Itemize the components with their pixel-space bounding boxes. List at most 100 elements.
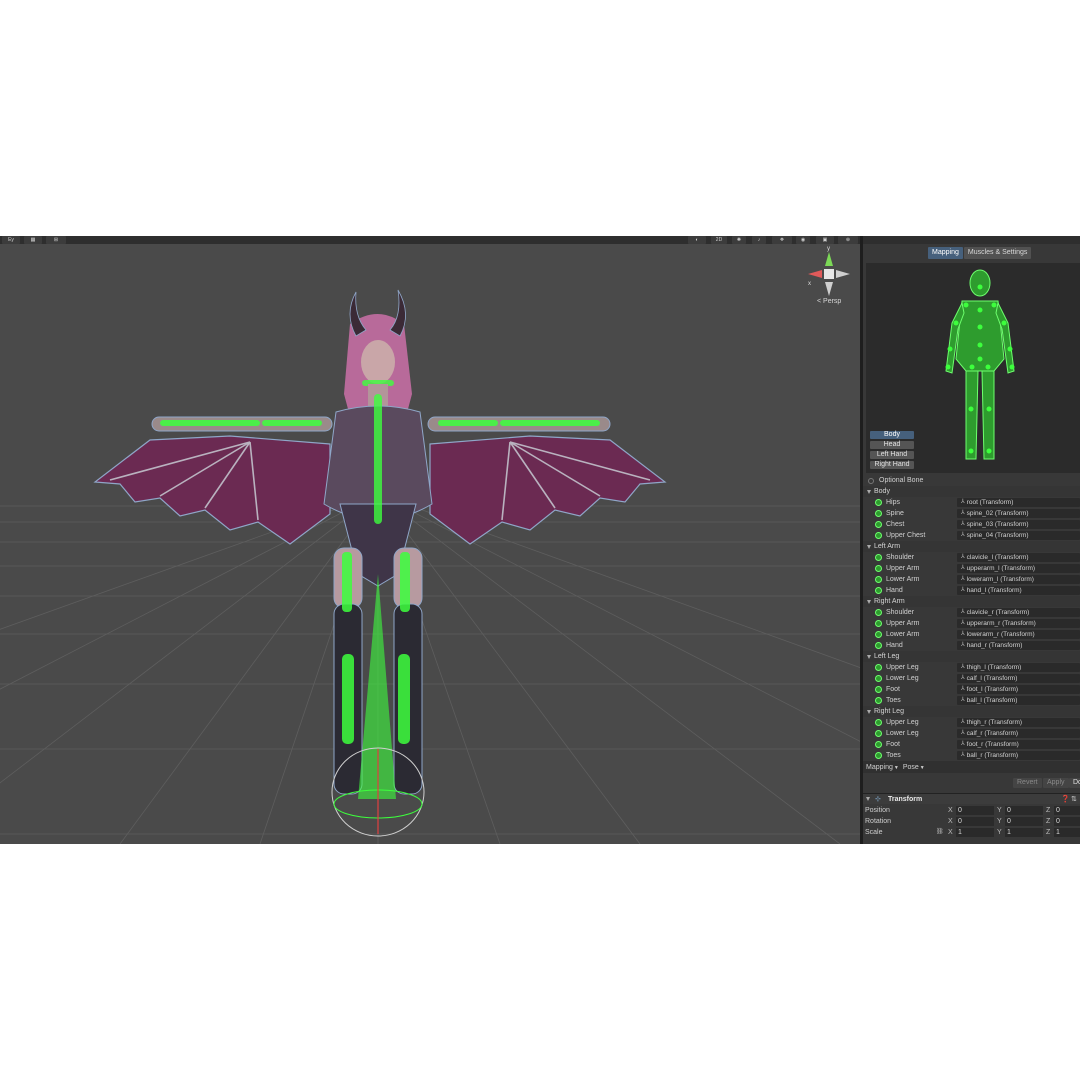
help-icon[interactable]: ❓ bbox=[1061, 795, 1070, 803]
bone-row[interactable]: Hand ⅄ hand_r (Transform) bbox=[863, 640, 1080, 651]
expand-arrow-icon[interactable] bbox=[867, 654, 871, 659]
settings-icon[interactable]: ⇅ bbox=[1071, 795, 1077, 803]
bone-row[interactable]: Shoulder ⅄ clavicle_r (Transform) bbox=[863, 607, 1080, 618]
bone-transform-field[interactable]: ⅄ thigh_l (Transform) bbox=[957, 663, 1080, 672]
bone-row[interactable]: Upper Leg ⅄ thigh_l (Transform) bbox=[863, 662, 1080, 673]
view-orientation-gizmo[interactable]: y x bbox=[808, 246, 850, 296]
bone-row[interactable]: Lower Leg ⅄ calf_r (Transform) bbox=[863, 728, 1080, 739]
bone-status-icon bbox=[875, 510, 882, 517]
bone-transform-field[interactable]: ⅄ foot_l (Transform) bbox=[957, 685, 1080, 694]
lighting-toggle-icon[interactable]: ✺ bbox=[732, 236, 746, 244]
bone-group-header[interactable]: Body bbox=[863, 486, 1080, 497]
mapping-dropdown[interactable]: Mapping▼ bbox=[866, 764, 899, 771]
avatar-body-preview[interactable]: Body Head Left Hand Right Hand bbox=[866, 263, 1080, 473]
z-value-field[interactable]: 0 bbox=[1054, 817, 1080, 826]
bone-transform-field[interactable]: ⅄ ball_l (Transform) bbox=[957, 696, 1080, 705]
apply-button[interactable]: Apply bbox=[1043, 778, 1069, 788]
bone-row[interactable]: Spine ⅄ spine_02 (Transform) bbox=[863, 508, 1080, 519]
x-value-field[interactable]: 0 bbox=[956, 806, 994, 815]
bone-row[interactable]: Foot ⅄ foot_r (Transform) bbox=[863, 739, 1080, 750]
body-part-right-hand-button[interactable]: Right Hand bbox=[870, 461, 914, 469]
bone-group-header[interactable]: Left Arm bbox=[863, 541, 1080, 552]
gizmos-dropdown-icon[interactable]: ⊕ bbox=[838, 236, 858, 244]
expand-arrow-icon[interactable] bbox=[867, 489, 871, 494]
scene-viewport[interactable]: Ey ▦ ⊞ ◐ 2D ✺ ♪ ❖ ◉ ▣ ⊕ y x < Persp bbox=[0, 236, 860, 844]
toggle-2d-button[interactable]: 2D bbox=[711, 236, 727, 244]
camera-projection-label[interactable]: < Persp bbox=[817, 298, 841, 305]
tab-muscles-settings[interactable]: Muscles & Settings bbox=[963, 247, 1032, 259]
bone-transform-value: ball_l (Transform) bbox=[966, 697, 1018, 704]
bone-row[interactable]: Foot ⅄ foot_l (Transform) bbox=[863, 684, 1080, 695]
bone-transform-field[interactable]: ⅄ upperarm_r (Transform) bbox=[957, 619, 1080, 628]
z-axis-label: Z bbox=[1046, 829, 1051, 836]
y-value-field[interactable]: 0 bbox=[1005, 817, 1043, 826]
body-part-body-button[interactable]: Body bbox=[870, 431, 914, 439]
bone-row[interactable]: Upper Arm ⅄ upperarm_r (Transform) bbox=[863, 618, 1080, 629]
bone-row[interactable]: Lower Leg ⅄ calf_l (Transform) bbox=[863, 673, 1080, 684]
done-button[interactable]: Do bbox=[1069, 778, 1080, 788]
bone-transform-field[interactable]: ⅄ upperarm_l (Transform) bbox=[957, 564, 1080, 573]
bone-row[interactable]: Upper Arm ⅄ upperarm_l (Transform) bbox=[863, 563, 1080, 574]
expand-arrow-icon[interactable] bbox=[867, 544, 871, 549]
bone-group-header[interactable]: Right Arm bbox=[863, 596, 1080, 607]
constrain-proportions-icon[interactable]: ⛓ bbox=[936, 827, 944, 838]
bone-transform-field[interactable]: ⅄ spine_02 (Transform) bbox=[957, 509, 1080, 518]
collapse-arrow-icon[interactable] bbox=[866, 797, 870, 801]
bone-transform-field[interactable]: ⅄ calf_l (Transform) bbox=[957, 674, 1080, 683]
transform-component-header[interactable]: ⊹ Transform ❓ ⇅ bbox=[863, 793, 1080, 804]
bone-row[interactable]: Shoulder ⅄ clavicle_l (Transform) bbox=[863, 552, 1080, 563]
bone-transform-field[interactable]: ⅄ thigh_r (Transform) bbox=[957, 718, 1080, 727]
snap-toggle-button[interactable]: ⊞ bbox=[46, 236, 66, 244]
y-value-field[interactable]: 0 bbox=[1005, 806, 1043, 815]
y-value-field[interactable]: 1 bbox=[1005, 828, 1043, 837]
bone-row[interactable]: Toes ⅄ ball_l (Transform) bbox=[863, 695, 1080, 706]
bone-transform-field[interactable]: ⅄ hand_l (Transform) bbox=[957, 586, 1080, 595]
effects-dropdown-icon[interactable]: ❖ bbox=[772, 236, 792, 244]
pose-dropdown[interactable]: Pose▼ bbox=[903, 764, 925, 771]
transform-icon: ⅄ bbox=[961, 664, 965, 670]
z-value-field[interactable]: 1 bbox=[1054, 828, 1080, 837]
revert-button[interactable]: Revert bbox=[1013, 778, 1042, 788]
bone-transform-field[interactable]: ⅄ calf_r (Transform) bbox=[957, 729, 1080, 738]
expand-arrow-icon[interactable] bbox=[867, 709, 871, 714]
orientation-icon[interactable]: ◐ bbox=[688, 236, 706, 244]
z-value-field[interactable]: 0 bbox=[1054, 806, 1080, 815]
bone-transform-field[interactable]: ⅄ spine_04 (Transform) bbox=[957, 531, 1080, 540]
bone-transform-field[interactable]: ⅄ ball_r (Transform) bbox=[957, 751, 1080, 760]
grid-toggle-button[interactable]: ▦ bbox=[24, 236, 42, 244]
bone-group-header[interactable]: Left Leg bbox=[863, 651, 1080, 662]
bone-group-header[interactable]: Right Leg bbox=[863, 706, 1080, 717]
bone-transform-value: lowerarm_r (Transform) bbox=[966, 631, 1035, 638]
bone-group-label: Left Arm bbox=[874, 543, 901, 550]
bone-row[interactable]: Upper Leg ⅄ thigh_r (Transform) bbox=[863, 717, 1080, 728]
body-part-left-hand-button[interactable]: Left Hand bbox=[870, 451, 914, 459]
bone-transform-field[interactable]: ⅄ root (Transform) bbox=[957, 498, 1080, 507]
bone-transform-value: calf_r (Transform) bbox=[966, 730, 1019, 737]
audio-toggle-icon[interactable]: ♪ bbox=[752, 236, 766, 244]
bone-row[interactable]: Lower Arm ⅄ lowerarm_l (Transform) bbox=[863, 574, 1080, 585]
x-value-field[interactable]: 1 bbox=[956, 828, 994, 837]
bone-transform-field[interactable]: ⅄ spine_03 (Transform) bbox=[957, 520, 1080, 529]
bone-transform-field[interactable]: ⅄ lowerarm_l (Transform) bbox=[957, 575, 1080, 584]
bone-row[interactable]: Lower Arm ⅄ lowerarm_r (Transform) bbox=[863, 629, 1080, 640]
bone-transform-value: lowerarm_l (Transform) bbox=[966, 576, 1034, 583]
hidden-objects-icon[interactable]: ◉ bbox=[796, 236, 810, 244]
draw-mode-dropdown[interactable]: Ey bbox=[2, 236, 20, 244]
expand-arrow-icon[interactable] bbox=[867, 599, 871, 604]
bone-transform-field[interactable]: ⅄ foot_r (Transform) bbox=[957, 740, 1080, 749]
x-value-field[interactable]: 0 bbox=[956, 817, 994, 826]
bone-transform-field[interactable]: ⅄ clavicle_l (Transform) bbox=[957, 553, 1080, 562]
bone-transform-field[interactable]: ⅄ hand_r (Transform) bbox=[957, 641, 1080, 650]
bone-row[interactable]: Upper Chest ⅄ spine_04 (Transform) bbox=[863, 530, 1080, 541]
bone-row[interactable]: Toes ⅄ ball_r (Transform) bbox=[863, 750, 1080, 761]
body-part-head-button[interactable]: Head bbox=[870, 441, 914, 449]
bone-transform-field[interactable]: ⅄ clavicle_r (Transform) bbox=[957, 608, 1080, 617]
bone-label: Upper Leg bbox=[886, 719, 919, 726]
bone-row[interactable]: Chest ⅄ spine_03 (Transform) bbox=[863, 519, 1080, 530]
bone-transform-field[interactable]: ⅄ lowerarm_r (Transform) bbox=[957, 630, 1080, 639]
y-axis-label: Y bbox=[997, 807, 1002, 814]
bone-row[interactable]: Hips ⅄ root (Transform) bbox=[863, 497, 1080, 508]
tab-mapping[interactable]: Mapping bbox=[928, 247, 963, 259]
camera-settings-icon[interactable]: ▣ bbox=[816, 236, 834, 244]
bone-row[interactable]: Hand ⅄ hand_l (Transform) bbox=[863, 585, 1080, 596]
